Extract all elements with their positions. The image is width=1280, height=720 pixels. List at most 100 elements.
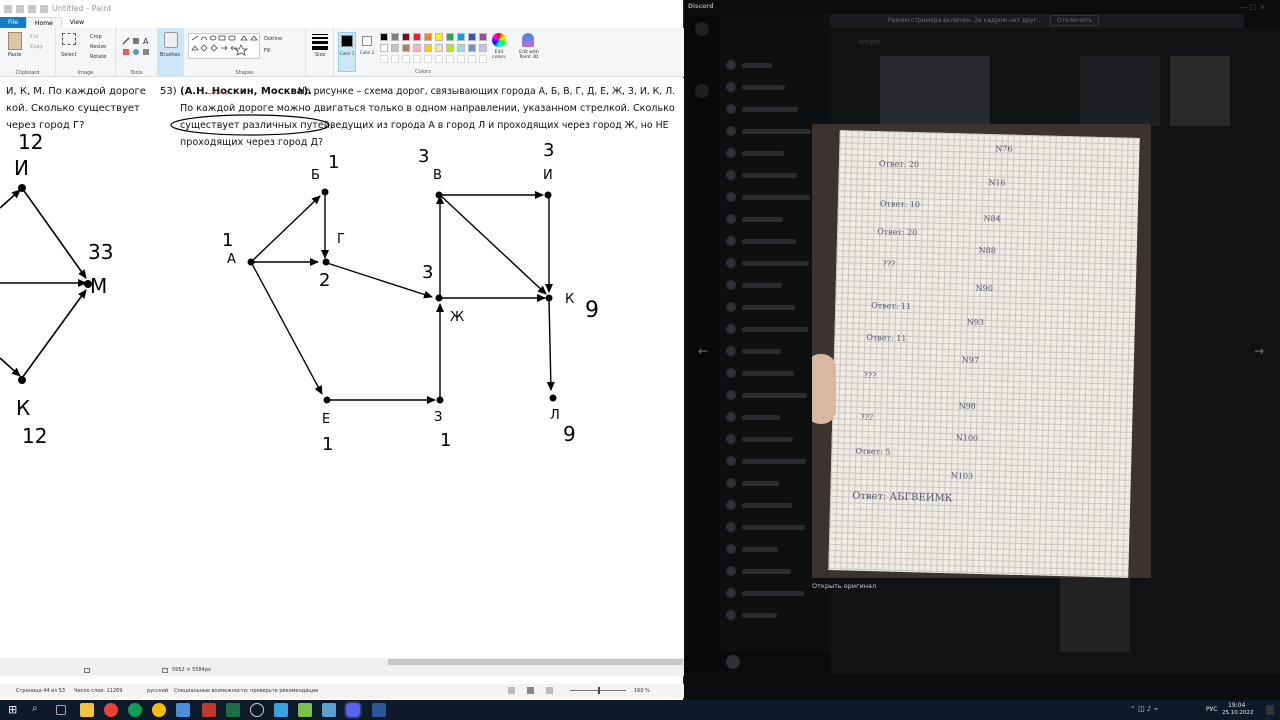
redo-icon[interactable] xyxy=(28,4,36,13)
undo-icon[interactable] xyxy=(16,4,24,13)
banner-disable-button[interactable]: Отключить xyxy=(1050,15,1100,26)
scrollbar-thumb[interactable] xyxy=(388,659,683,665)
member-avatar[interactable] xyxy=(726,544,736,554)
paint-icon[interactable] xyxy=(322,703,336,717)
member-name[interactable] xyxy=(742,613,777,618)
palette-swatch[interactable] xyxy=(380,44,388,52)
palette-swatch[interactable] xyxy=(402,44,410,52)
member-avatar[interactable] xyxy=(726,60,736,70)
palette-swatch[interactable] xyxy=(468,44,476,52)
save-icon[interactable] xyxy=(4,4,12,13)
paint-canvas[interactable]: И, К, М. По каждой дороге кой. Сколько с… xyxy=(0,78,684,658)
palette-swatch[interactable] xyxy=(468,33,476,41)
member-name[interactable] xyxy=(742,173,797,178)
paste-button[interactable]: Paste xyxy=(8,52,22,58)
member-avatar[interactable] xyxy=(726,456,736,466)
member-avatar[interactable] xyxy=(726,434,736,444)
palette-swatch[interactable] xyxy=(457,44,465,52)
horizontal-scrollbar[interactable] xyxy=(0,658,684,666)
member-avatar[interactable] xyxy=(726,522,736,532)
color-palette[interactable] xyxy=(380,33,490,65)
notifications-icon[interactable] xyxy=(1266,705,1274,715)
tray-icons[interactable]: ⌃ ◫ ♪ ⌁ xyxy=(1130,705,1158,713)
member-name[interactable] xyxy=(742,239,796,244)
member-avatar[interactable] xyxy=(726,148,736,158)
server-icon[interactable] xyxy=(695,84,709,98)
palette-swatch[interactable] xyxy=(446,33,454,41)
member-name[interactable] xyxy=(742,415,780,420)
member-name[interactable] xyxy=(742,327,808,332)
member-name[interactable] xyxy=(742,569,791,574)
member-name[interactable] xyxy=(742,85,785,90)
palette-swatch[interactable] xyxy=(479,33,487,41)
window-controls[interactable]: — ☐ ✕ xyxy=(1239,3,1266,12)
member-name[interactable] xyxy=(742,591,804,596)
member-name[interactable] xyxy=(742,525,805,530)
user-avatar[interactable] xyxy=(726,655,740,669)
member-name[interactable] xyxy=(742,107,798,112)
copy-button[interactable]: Copy xyxy=(30,44,43,50)
open-original-link[interactable]: Открыть оригинал xyxy=(812,582,876,590)
member-avatar[interactable] xyxy=(726,236,736,246)
word-icon[interactable] xyxy=(372,703,386,717)
palette-swatch-empty[interactable] xyxy=(391,55,399,63)
edit-paint3d-button[interactable]: Edit with Paint 3D xyxy=(514,50,544,60)
print-layout-icon[interactable] xyxy=(527,687,534,694)
task-view-icon[interactable] xyxy=(56,705,66,715)
outline-button[interactable]: Outline xyxy=(264,36,282,42)
rotate-button[interactable]: Rotate xyxy=(90,54,106,60)
photos-icon[interactable] xyxy=(274,703,288,717)
member-avatar[interactable] xyxy=(726,610,736,620)
start-icon[interactable]: ⊞ xyxy=(8,703,22,717)
member-avatar[interactable] xyxy=(726,258,736,268)
paint3d-icon[interactable] xyxy=(522,33,534,47)
member-name[interactable] xyxy=(742,283,782,288)
member-avatar[interactable] xyxy=(726,126,736,136)
palette-swatch[interactable] xyxy=(391,33,399,41)
minecraft-icon[interactable] xyxy=(298,703,312,717)
member-name[interactable] xyxy=(742,503,792,508)
member-avatar[interactable] xyxy=(726,214,736,224)
brushes-button[interactable]: Brushes xyxy=(158,28,184,77)
palette-swatch[interactable] xyxy=(380,33,388,41)
tools-icons[interactable]: A xyxy=(121,36,153,58)
palette-swatch-empty[interactable] xyxy=(413,55,421,63)
palette-swatch[interactable] xyxy=(424,33,432,41)
menu-view[interactable]: View xyxy=(62,17,92,28)
language-indicator[interactable]: РУС xyxy=(1206,706,1217,713)
palette-swatch-empty[interactable] xyxy=(424,55,432,63)
palette-swatch-empty[interactable] xyxy=(457,55,465,63)
member-name[interactable] xyxy=(742,481,779,486)
palette-swatch[interactable] xyxy=(424,44,432,52)
edit-colors-icon[interactable] xyxy=(492,33,506,47)
menu-file[interactable]: File xyxy=(0,17,27,28)
member-avatar[interactable] xyxy=(726,346,736,356)
clock-date[interactable]: 25.10.2022 xyxy=(1222,710,1254,716)
member-name[interactable] xyxy=(742,63,772,68)
member-avatar[interactable] xyxy=(726,82,736,92)
cut-button[interactable]: Cut xyxy=(30,34,39,40)
member-name[interactable] xyxy=(742,437,793,442)
palette-swatch[interactable] xyxy=(457,33,465,41)
member-name[interactable] xyxy=(742,151,784,156)
shapes-gallery[interactable] xyxy=(188,33,260,59)
media-icon[interactable] xyxy=(202,703,216,717)
chrome-2-icon[interactable] xyxy=(128,703,142,717)
customize-icon[interactable] xyxy=(40,4,48,13)
member-name[interactable] xyxy=(742,393,807,398)
palette-swatch-empty[interactable] xyxy=(468,55,476,63)
member-name[interactable] xyxy=(742,371,794,376)
palette-swatch-empty[interactable] xyxy=(402,55,410,63)
zoom-level[interactable]: 160 % xyxy=(634,688,650,694)
color2-button[interactable]: Color 2 xyxy=(360,32,376,72)
member-avatar[interactable] xyxy=(726,302,736,312)
resize-button[interactable]: Resize xyxy=(90,44,106,50)
member-avatar[interactable] xyxy=(726,280,736,290)
palette-swatch[interactable] xyxy=(413,44,421,52)
member-name[interactable] xyxy=(742,129,811,134)
attachment-thumb-3[interactable] xyxy=(1170,56,1230,126)
discord-home-icon[interactable] xyxy=(695,22,709,36)
member-avatar[interactable] xyxy=(726,170,736,180)
select-button[interactable]: Select xyxy=(61,52,76,58)
member-avatar[interactable] xyxy=(726,412,736,422)
